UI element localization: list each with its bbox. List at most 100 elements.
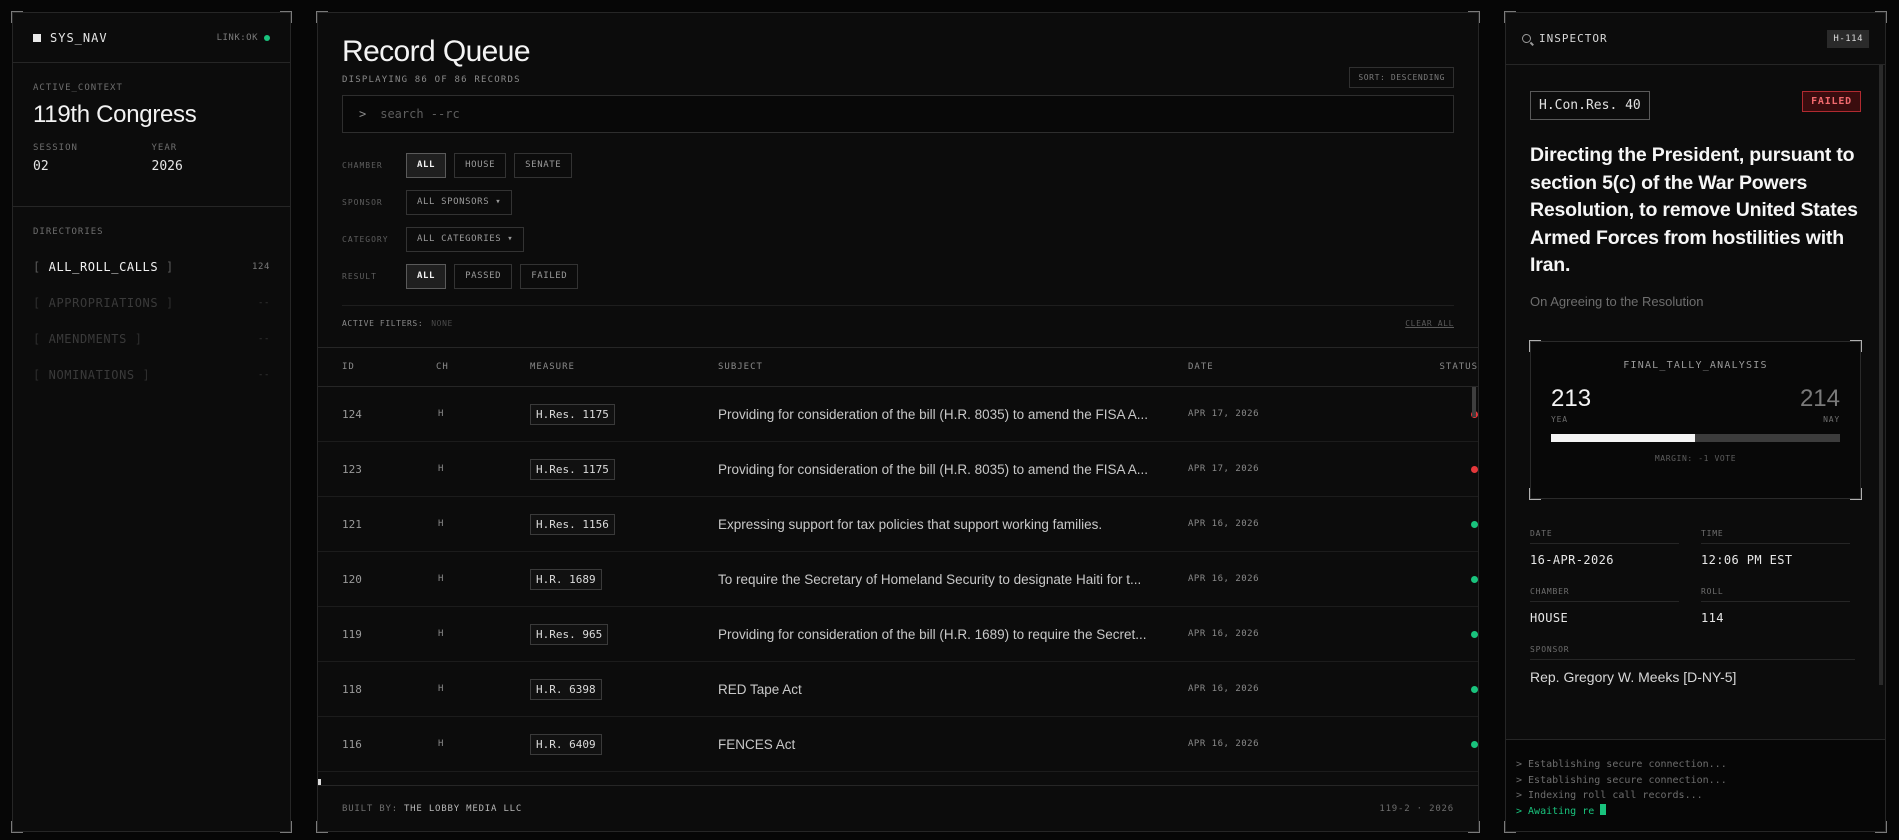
chamber-senate-chip[interactable]: SENATE: [514, 153, 573, 178]
row-measure: H.Res. 1156: [530, 513, 615, 535]
yea-label: YEA: [1551, 414, 1568, 424]
row-measure: H.R. 6398: [530, 678, 602, 700]
directories: DIRECTORIES [ ALL_ROLL_CALLS ] 124 [ APP…: [13, 207, 290, 413]
table-row[interactable]: 118 H H.R. 6398 RED Tape Act APR 16, 2026: [318, 662, 1478, 717]
row-date: APR 16, 2026: [1188, 739, 1260, 749]
console-log: > Establishing secure connection... > Es…: [1506, 739, 1885, 831]
status-dot-icon: [1471, 686, 1478, 693]
directory-count: --: [257, 298, 270, 308]
column-header-measure[interactable]: MEASURE: [530, 362, 718, 372]
vote-time: 12:06 PM EST: [1701, 552, 1793, 567]
search-icon: [1522, 34, 1531, 43]
row-date: APR 16, 2026: [1188, 629, 1260, 639]
vote-date: 16-APR-2026: [1530, 552, 1614, 567]
record-tag: H-114: [1827, 29, 1869, 48]
measure-badge: H.Con.Res. 40: [1530, 91, 1650, 120]
year-value: 2026: [151, 159, 183, 174]
record-count: DISPLAYING 86 OF 86 RECORDS: [342, 75, 521, 85]
row-measure: H.Res. 965: [530, 623, 609, 645]
time-label: TIME: [1701, 529, 1850, 544]
square-icon: [33, 33, 41, 42]
table-row[interactable]: 119 H H.Res. 965 Providing for consideratio…: [318, 607, 1478, 662]
table-row[interactable]: 120 H H.R. 1689 To require the Secretary of…: [318, 552, 1478, 607]
vote-chamber: HOUSE: [1530, 610, 1569, 625]
console-line: > Indexing roll call records...: [1516, 790, 1703, 801]
table-row[interactable]: 121 H H.Res. 1156 Expressing support for ta…: [318, 497, 1478, 552]
year-label: YEAR: [151, 143, 178, 153]
version-label: 119-2 · 2026: [1379, 803, 1454, 814]
category-dropdown[interactable]: ALL CATEGORIES ▾: [406, 227, 525, 252]
filter-chamber: CHAMBER ALL HOUSE SENATE: [342, 147, 1454, 184]
row-subject: RED Tape Act: [718, 681, 802, 697]
search-placeholder: search --rc: [380, 107, 460, 121]
date-label: DATE: [1530, 529, 1679, 544]
column-header-id[interactable]: ID: [342, 362, 436, 372]
result-all-chip[interactable]: ALL: [406, 264, 447, 289]
row-subject: Expressing support for tax policies that…: [718, 516, 1103, 532]
console-line: > Awaiting re: [1516, 805, 1595, 817]
nay-count: 214: [1799, 384, 1840, 412]
row-chamber: H: [438, 519, 444, 529]
row-chamber: H: [438, 574, 444, 584]
row-subject: FENCES Act: [718, 736, 796, 752]
directory-count: 124: [251, 262, 270, 272]
row-subject: Providing for consideration of the bill …: [718, 406, 1148, 422]
inspector-panel: INSPECTOR H-114 H.Con.Res. 40 FAILED Dir…: [1504, 11, 1887, 833]
table-row[interactable]: 124 H H.Res. 1175 Providing for considerati…: [318, 387, 1478, 442]
row-measure: H.Res. 1175: [530, 403, 615, 425]
filters: CHAMBER ALL HOUSE SENATE SPONSOR ALL SPO…: [318, 133, 1478, 295]
column-header-status[interactable]: STATUS: [1408, 362, 1478, 372]
tally-title: FINAL_TALLY_ANALYSIS: [1623, 359, 1768, 371]
main-footer: BUILT BY: THE LOBBY MEDIA LLC 119-2 · 202…: [318, 785, 1478, 831]
column-header-date[interactable]: DATE: [1188, 362, 1408, 372]
sort-button[interactable]: SORT: DESCENDING: [1349, 67, 1454, 88]
directory-name: NOMINATIONS: [48, 368, 135, 382]
row-id: 124: [342, 407, 362, 421]
vote-margin: MARGIN: -1 VOTE: [1654, 453, 1737, 463]
row-id: 121: [342, 517, 362, 531]
result-failed-chip[interactable]: FAILED: [520, 264, 579, 289]
measure-headline: Directing the President, pursuant to sec…: [1530, 144, 1858, 276]
inspector-header: INSPECTOR H-114: [1506, 13, 1885, 65]
filter-label: CATEGORY: [342, 235, 389, 244]
directory-all-roll-calls[interactable]: [ ALL_ROLL_CALLS ] 124: [33, 249, 270, 285]
status-dot-icon: [1471, 741, 1478, 748]
directory-amendments[interactable]: [ AMENDMENTS ] --: [33, 321, 270, 357]
vote-sponsor: Rep. Gregory W. Meeks [D-NY-5]: [1530, 668, 1737, 685]
filter-label: RESULT: [342, 272, 377, 281]
vote-question: On Agreeing to the Resolution: [1530, 293, 1704, 309]
table-body: 124 H H.Res. 1175 Providing for considerati…: [318, 387, 1478, 773]
table-row[interactable]: 123 H H.Res. 1175 Providing for considerati…: [318, 442, 1478, 497]
column-header-ch[interactable]: CH: [436, 362, 530, 372]
chamber-all-chip[interactable]: ALL: [406, 153, 447, 178]
chamber-label: CHAMBER: [1530, 587, 1679, 602]
table-scrollbar[interactable]: [1472, 387, 1476, 417]
row-id: 116: [342, 737, 362, 751]
row-measure: H.R. 1689: [530, 568, 602, 590]
row-id: 119: [342, 627, 362, 641]
clear-all-link[interactable]: CLEAR ALL: [1405, 319, 1454, 328]
sponsor-dropdown[interactable]: ALL SPONSORS ▾: [406, 190, 513, 215]
row-measure: H.R. 6409: [530, 733, 602, 755]
row-chamber: H: [438, 464, 444, 474]
directory-name: ALL_ROLL_CALLS: [48, 260, 159, 274]
roll-label: ROLL: [1701, 587, 1850, 602]
status-dot-icon: [1471, 521, 1478, 528]
built-by-label: BUILT BY:: [342, 803, 398, 814]
page-title: Record Queue: [342, 35, 531, 68]
column-header-subject[interactable]: SUBJECT: [718, 362, 1188, 372]
yea-count: 213: [1551, 384, 1592, 412]
result-passed-chip[interactable]: PASSED: [454, 264, 513, 289]
directory-appropriations[interactable]: [ APPROPRIATIONS ] --: [33, 285, 270, 321]
console-line: > Establishing secure connection...: [1516, 759, 1727, 770]
session-label: SESSION: [33, 143, 78, 153]
directory-count: --: [257, 370, 270, 380]
active-context: ACTIVE_CONTEXT 119th Congress SESSION 02…: [13, 63, 290, 207]
status-dot-icon: [1471, 631, 1478, 638]
directory-nominations[interactable]: [ NOMINATIONS ] --: [33, 357, 270, 393]
row-date: APR 17, 2026: [1188, 464, 1260, 474]
table-row[interactable]: 116 H H.R. 6409 FENCES Act APR 16, 2026: [318, 717, 1478, 772]
chamber-house-chip[interactable]: HOUSE: [454, 153, 507, 178]
search-input[interactable]: > search --rc: [342, 95, 1454, 133]
filter-sponsor: SPONSOR ALL SPONSORS ▾: [342, 184, 1454, 221]
